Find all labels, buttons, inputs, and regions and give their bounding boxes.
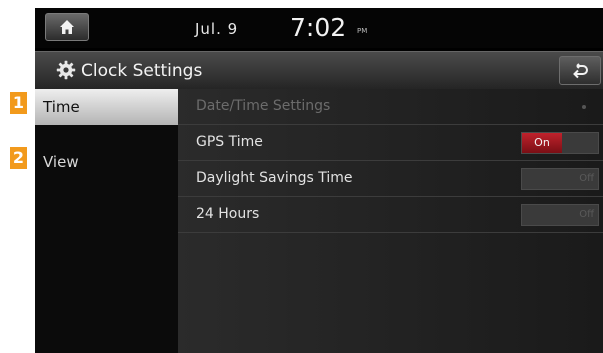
daylight-savings-toggle[interactable]: Off xyxy=(521,168,599,190)
home-button[interactable] xyxy=(45,13,89,41)
title-bar: Clock Settings xyxy=(35,51,603,89)
back-arrow-icon xyxy=(573,63,588,79)
status-bar: Jul. 9 7:02 PM xyxy=(35,8,603,48)
setting-row-daylight-savings[interactable]: Daylight Savings Time Off xyxy=(178,161,603,197)
setting-label: GPS Time xyxy=(196,134,263,150)
back-button[interactable] xyxy=(559,56,601,85)
clock-display: 7:02 xyxy=(290,13,347,42)
setting-label: 24 Hours xyxy=(196,206,260,222)
toggle-on-state: On xyxy=(522,133,562,153)
settings-menu: Time View xyxy=(35,89,178,353)
callout-1: 1 xyxy=(10,92,27,114)
setting-label: Daylight Savings Time xyxy=(196,170,353,186)
callout-2: 2 xyxy=(10,147,27,169)
menu-item-view[interactable]: View xyxy=(35,144,178,180)
gear-icon xyxy=(56,60,76,80)
24-hours-toggle[interactable]: Off xyxy=(521,204,599,226)
setting-row-date-time: Date/Time Settings xyxy=(178,89,603,125)
gps-time-toggle[interactable]: On xyxy=(521,132,599,154)
head-unit-screen: Jul. 9 7:02 PM Clock Settings Time View … xyxy=(35,8,603,353)
home-icon xyxy=(60,20,74,34)
page-title: Clock Settings xyxy=(81,61,203,81)
more-indicator xyxy=(582,105,586,109)
am-pm-indicator: PM xyxy=(357,27,368,35)
menu-item-time[interactable]: Time xyxy=(35,89,178,125)
toggle-off-state: Off xyxy=(579,209,594,220)
toggle-off-state: Off xyxy=(579,173,594,184)
menu-item-label: Time xyxy=(43,98,80,116)
setting-label: Date/Time Settings xyxy=(196,98,331,114)
setting-row-24-hours[interactable]: 24 Hours Off xyxy=(178,197,603,233)
setting-row-gps-time[interactable]: GPS Time On xyxy=(178,125,603,161)
date-display: Jul. 9 xyxy=(195,20,239,38)
settings-panel: Date/Time Settings GPS Time On Daylight … xyxy=(178,89,603,353)
menu-item-label: View xyxy=(43,153,79,171)
